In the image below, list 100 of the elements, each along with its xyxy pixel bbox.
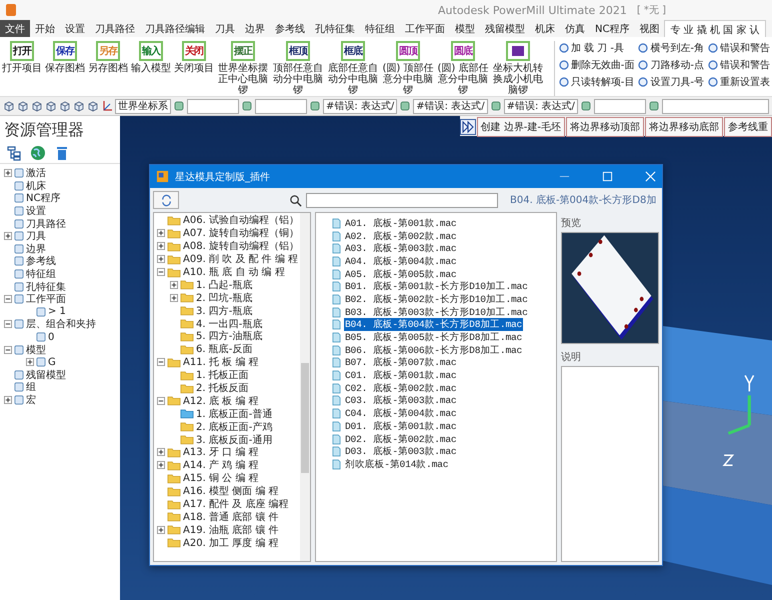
expand-toggle-icon[interactable] — [26, 358, 34, 366]
ribbon-tab[interactable]: 开始 — [30, 20, 60, 37]
command-button[interactable]: 创建 边界-建-毛坯 — [476, 117, 565, 137]
collapse-toggle-icon[interactable] — [4, 346, 12, 354]
ribbon-tab[interactable]: 参考线 — [270, 20, 310, 37]
file-item[interactable]: B03. 底板-第003款-长方形D10加工.mac — [344, 306, 529, 319]
file-item[interactable]: C04. 底板-第004款.mac — [344, 407, 458, 420]
tree-item[interactable]: 层、组合和夹持 — [26, 317, 96, 332]
view-cube-icon[interactable] — [45, 100, 57, 112]
quick-button[interactable]: 只读转解项-目 — [558, 75, 634, 89]
quick-button[interactable]: 重新设置表 — [708, 75, 770, 89]
view-cube-icon[interactable] — [73, 100, 85, 112]
tree-item[interactable]: A15. 铜 公 编 程 — [183, 471, 258, 486]
file-item[interactable]: C01. 底板-第001款.mac — [344, 369, 458, 382]
ribbon-button[interactable]: 摆正 世界坐标摆正中心电脑锣 — [217, 41, 269, 96]
tree-item[interactable]: 0 — [48, 332, 54, 343]
command-button[interactable]: 将边界移动顶部 — [566, 117, 644, 137]
tree-item[interactable]: 2. 凹坑-瓶底 — [196, 290, 252, 305]
expand-toggle-icon[interactable] — [4, 169, 12, 178]
ribbon-tab[interactable]: 文件 — [0, 20, 30, 37]
tree-item[interactable]: 1. 凸起-瓶底 — [196, 278, 252, 292]
file-item[interactable]: D02. 底板-第002款.mac — [344, 432, 458, 446]
close-icon[interactable] — [645, 171, 656, 182]
tree-item[interactable]: A08. 旋转自动编程（铝） — [183, 239, 299, 254]
tree-item[interactable]: NC程序 — [26, 191, 60, 206]
tree-item[interactable]: > 1 — [48, 306, 66, 318]
tree-item[interactable]: 工作平面 — [26, 292, 66, 306]
view-cube-icon[interactable] — [31, 100, 43, 112]
tree-item[interactable]: 6. 瓶底-反面 — [196, 342, 252, 356]
view-cube-icon[interactable] — [3, 100, 15, 112]
quick-button[interactable]: 横号到左-角 — [638, 41, 704, 55]
tree-item[interactable]: 2. 托板反面 — [196, 381, 249, 396]
tool-icon[interactable] — [648, 100, 660, 112]
description-field[interactable] — [561, 366, 659, 562]
tree-item[interactable]: A16. 模型 侧面 编 程 — [183, 484, 278, 498]
tree-item[interactable]: 宏 — [26, 392, 36, 407]
quick-button[interactable]: 设置刀具-号 — [638, 75, 704, 89]
trash-icon[interactable] — [54, 145, 70, 161]
file-item[interactable]: B04. 底板-第004款-长方形D8加工.mac — [344, 318, 524, 332]
file-item[interactable]: B07. 底板-第007款.mac — [344, 356, 458, 370]
ribbon-button[interactable]: 关闭 关闭项目 — [174, 41, 214, 74]
collapse-toggle-icon[interactable] — [157, 268, 165, 276]
file-item[interactable]: B01. 底板-第001款-长方形D10加工.mac — [344, 280, 529, 294]
tree-item[interactable]: 刀具 — [26, 229, 46, 244]
tree-item[interactable]: G — [48, 356, 56, 368]
tool-icon[interactable] — [490, 100, 502, 112]
ribbon-button[interactable]: 圆底 (圆) 底部任意分中电脑锣 — [437, 41, 489, 96]
tree-item[interactable]: A13. 牙 口 编 程 — [183, 445, 258, 460]
tree-item[interactable]: A11. 托 板 编 程 — [183, 355, 258, 370]
ribbon-tab[interactable]: 孔特征集 — [310, 20, 360, 37]
expand-toggle-icon[interactable] — [157, 461, 165, 470]
tree-item[interactable]: A10. 瓶 底 自 动 编 程 — [183, 265, 285, 280]
tree-item[interactable]: 机床 — [26, 178, 46, 193]
quick-button[interactable]: 加 载 刀 -具 — [558, 41, 634, 55]
tree-item[interactable]: A19. 油瓶 底部 镶 件 — [183, 522, 278, 537]
toolbar-field[interactable] — [187, 98, 239, 114]
tree-item[interactable]: 模型 — [26, 342, 46, 357]
tree-item[interactable]: A17. 配件 及 底座 编程 — [183, 497, 288, 512]
ribbon-button[interactable]: 框顶 顶部任意自动分中电脑锣 — [272, 41, 324, 96]
file-item[interactable]: A02. 底板-第002款.mac — [344, 230, 458, 243]
ribbon-tab[interactable]: 模型 — [450, 20, 480, 37]
globe-icon[interactable] — [30, 145, 46, 161]
command-button[interactable]: 将边界移动底部 — [645, 117, 723, 137]
tree-item[interactable]: A07. 旋转自动编程（铜） — [183, 226, 299, 240]
tree-item[interactable]: 残留模型 — [26, 368, 66, 382]
quick-button[interactable]: 错误和警告 — [708, 58, 770, 72]
ribbon-button[interactable]: 圆顶 (圆) 顶部任意分中电脑锣 — [382, 41, 434, 96]
collapse-toggle-icon[interactable] — [157, 396, 165, 405]
file-item[interactable]: C02. 底板-第002款.mac — [344, 382, 458, 395]
file-item[interactable]: D03. 底板-第003款.mac — [344, 445, 458, 458]
toolbar-field[interactable] — [594, 98, 646, 114]
ribbon-button[interactable]: 打开 打开项目 — [2, 41, 42, 74]
expand-toggle-icon[interactable] — [157, 255, 165, 264]
collapse-toggle-icon[interactable] — [4, 295, 12, 304]
file-item[interactable]: A04. 底板-第004款.mac — [344, 254, 458, 268]
file-item[interactable]: A03. 底板-第003款.mac — [344, 242, 458, 256]
expand-toggle-icon[interactable] — [170, 280, 178, 289]
toolbar-field[interactable] — [255, 98, 307, 114]
tree-item[interactable]: A06. 试验自动编程（铝） — [183, 213, 299, 228]
file-item[interactable]: B06. 底板-第006款-长方形D8加工.mac — [344, 344, 524, 357]
toolbar-field[interactable]: #错误: 表达式/ — [323, 98, 398, 114]
ribbon-tab[interactable]: 刀具路径编辑 — [140, 20, 210, 37]
toolbar-field[interactable]: 世界坐标系 — [115, 98, 171, 114]
tree-item[interactable]: 2. 底板正面-产鸡 — [196, 420, 272, 434]
ribbon-tab[interactable]: 视图 — [634, 20, 664, 37]
ribbon-button[interactable]: 坐标大机转换成小机电脑锣 — [492, 41, 544, 96]
expand-toggle-icon[interactable] — [157, 526, 165, 534]
tool-icon[interactable] — [173, 100, 185, 112]
ribbon-tab[interactable]: 机床 — [530, 20, 560, 37]
quick-button[interactable]: 错误和警告 — [708, 41, 770, 55]
tree-item[interactable]: 设置 — [26, 204, 46, 218]
file-item[interactable]: 剂吹底板-第014款.mac — [344, 458, 450, 471]
toolbar-field[interactable] — [662, 98, 769, 114]
tree-item[interactable]: 激活 — [26, 166, 46, 180]
ribbon-tab[interactable]: 残留模型 — [480, 20, 530, 37]
tree-item[interactable]: 特征组 — [26, 267, 56, 282]
collapse-toggle-icon[interactable] — [4, 320, 12, 328]
quick-button[interactable]: 刀路移动-点 — [638, 58, 704, 72]
tree-item[interactable]: 参考线 — [26, 254, 56, 268]
ribbon-tab[interactable]: NC程序 — [590, 20, 634, 37]
